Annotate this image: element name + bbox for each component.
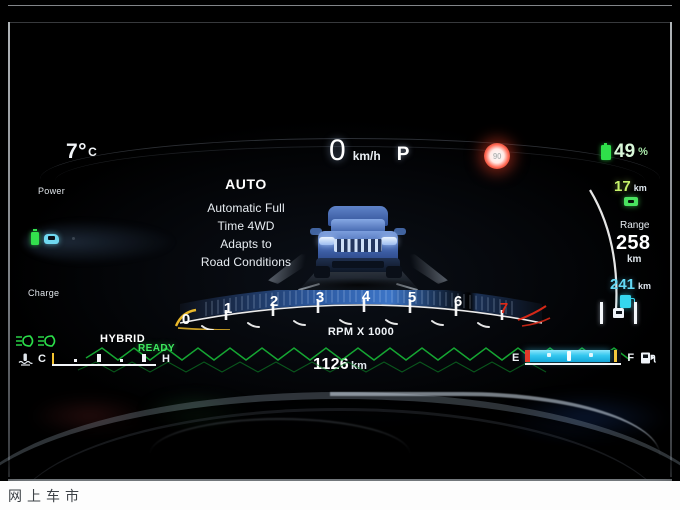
fuel-range-readout: 241 km	[610, 276, 651, 293]
outside-temperature-unit: C	[88, 145, 98, 159]
fuel-gauge: E F	[512, 350, 656, 365]
speed-unit: km/h	[352, 149, 381, 163]
coolant-temperature-icon	[18, 353, 33, 366]
gear-indicator: P	[396, 144, 410, 165]
temp-gauge-cold-label: C	[38, 353, 46, 365]
ev-battery-icon	[624, 197, 638, 206]
coolant-temperature-gauge: C H	[18, 352, 170, 366]
vehicle-lower-grille	[332, 261, 384, 268]
ev-range-unit: km	[633, 183, 647, 193]
odometer-unit: km	[351, 360, 367, 372]
door-open-right-icon	[634, 302, 637, 324]
fuel-gauge-baseline	[525, 362, 622, 365]
ev-range-readout: 17 km	[614, 178, 647, 195]
fuel-gauge-empty-label: E	[512, 351, 520, 364]
bezel-top-inner-edge	[10, 22, 670, 23]
low-beam-headlight-icon	[16, 334, 58, 348]
fuel-pump-icon	[640, 351, 656, 364]
door-ajar-indicator	[600, 302, 637, 324]
temp-gauge-segment	[73, 359, 77, 362]
ev-plug-battery-icon	[31, 229, 39, 245]
svg-text:7: 7	[500, 300, 508, 317]
vehicle-body-icon	[613, 308, 624, 318]
fuel-range-unit: km	[638, 281, 652, 291]
tachometer-arc: 0 1 2 3 4 5 6 7	[174, 290, 551, 330]
total-range-label: Range	[620, 220, 650, 231]
bezel-left-edge	[8, 22, 10, 477]
svg-text:2: 2	[270, 293, 278, 310]
vehicle-seven-slot-grille	[334, 239, 382, 252]
hv-battery-readout: 49 %	[601, 141, 648, 163]
bezel-top-edge	[8, 5, 672, 6]
odometer-value: 1126	[313, 356, 349, 373]
vehicle-headlight-left	[319, 237, 335, 245]
speed-value: 0	[329, 134, 346, 167]
total-range-unit: km	[627, 254, 642, 265]
tachometer: 0 1 2 3 4 5 6 7 RPM X 1000	[166, 290, 556, 348]
battery-icon	[601, 142, 611, 160]
svg-text:3: 3	[316, 290, 324, 306]
temp-gauge-segment	[96, 354, 101, 362]
temp-gauge-hot-label: H	[161, 353, 170, 365]
outside-temperature-value: 7°	[66, 140, 88, 163]
instrument-cluster-photo: 7°C 0 km/h P 49 % Power Charge AUTO Auto…	[0, 0, 680, 481]
bezel-right-edge	[670, 22, 672, 477]
svg-text:1: 1	[224, 300, 232, 317]
temp-gauge-baseline	[51, 363, 156, 366]
ev-range-value: 17	[614, 178, 631, 195]
fuel-gauge-full-label: F	[627, 351, 635, 364]
svg-text:6: 6	[454, 293, 462, 310]
speed-limit-sign: 90	[484, 143, 510, 169]
speed-readout: 0 km/h P	[329, 136, 409, 166]
fuel-gauge-low-zone	[525, 350, 531, 362]
screenshot-root: 7°C 0 km/h P 49 % Power Charge AUTO Auto…	[0, 0, 680, 510]
tachometer-label: RPM X 1000	[327, 326, 395, 338]
outside-temperature: 7°C	[66, 140, 97, 164]
temp-gauge-bar	[51, 352, 156, 366]
ev-car-icon	[44, 233, 59, 244]
power-meter-dot	[72, 237, 75, 240]
vehicle-wheel-left	[314, 266, 330, 278]
watermark: 网上车市	[8, 489, 84, 505]
jeep-suv-front-icon	[268, 190, 448, 302]
fuel-range-value: 241	[610, 276, 636, 293]
total-range-value: 258	[616, 232, 651, 254]
percent-symbol: %	[638, 146, 648, 158]
temp-gauge-segment	[119, 359, 123, 362]
digital-cluster-screen: 7°C 0 km/h P 49 % Power Charge AUTO Auto…	[16, 128, 664, 388]
vehicle-wheel-right	[386, 266, 402, 278]
hybrid-status-icons	[31, 229, 75, 245]
speed-limit-value: 90	[492, 151, 502, 161]
fuel-gauge-full-cap	[614, 350, 618, 362]
vehicle-body	[310, 206, 406, 280]
fuel-gauge-tick	[547, 353, 551, 357]
fuel-gauge-bar	[525, 350, 622, 365]
power-meter-label: Power	[38, 186, 66, 196]
charge-meter-label: Charge	[28, 288, 60, 298]
temp-gauge-segment	[141, 354, 146, 362]
fuel-gauge-tick	[589, 353, 593, 357]
svg-text:5: 5	[408, 290, 416, 306]
svg-text:4: 4	[362, 290, 371, 305]
vehicle-headlight-right	[381, 237, 397, 245]
hv-battery-percent: 49	[614, 141, 636, 162]
fuel-gauge-tick-major	[567, 351, 572, 361]
door-open-left-icon	[600, 302, 603, 324]
